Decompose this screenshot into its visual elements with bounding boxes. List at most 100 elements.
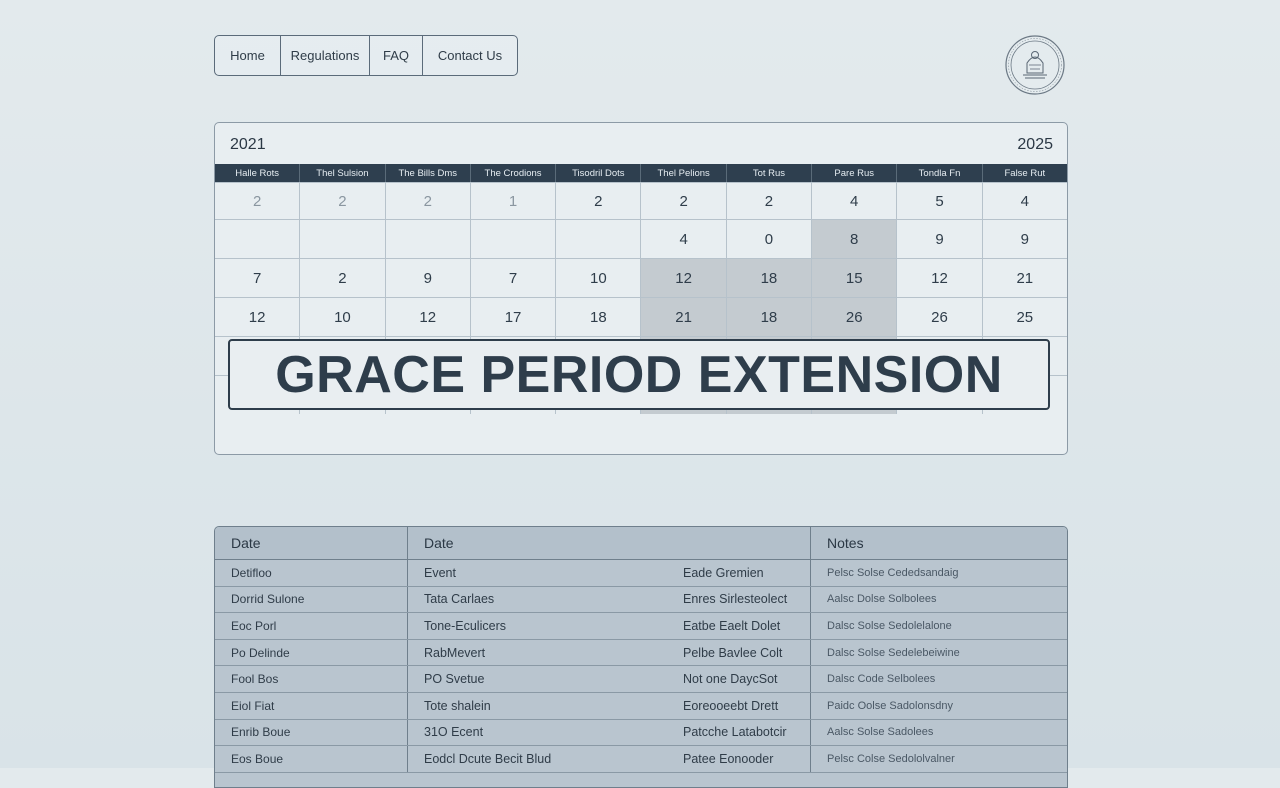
- calendar-column-header: Thel Pelions: [641, 164, 727, 182]
- calendar-column-header: Tondla Fn: [897, 164, 983, 182]
- row-notes: Paidc Oolse Sadolonsdny: [827, 699, 953, 712]
- row-detail: Patee Eonooder: [683, 751, 774, 766]
- calendar-cell[interactable]: 17: [471, 298, 557, 336]
- row-event-cell: Tone-Eculicers Eatbe Eaelt Dolet: [408, 613, 811, 639]
- calendar-cell[interactable]: 21: [641, 298, 727, 336]
- row-detail: Not one DaycSot: [683, 672, 778, 687]
- calendar-cell[interactable]: 4: [641, 220, 727, 258]
- calendar-column-header: False Rut: [1004, 167, 1046, 179]
- table-row[interactable]: Fool Bos PO Svetue Not one DaycSot Dalsc Co…: [215, 666, 1067, 693]
- calendar-column-header: Tisodril Dots: [556, 164, 642, 182]
- calendar-column-header: Thel Sulsion: [300, 164, 386, 182]
- row-event: Tone-Eculicers: [424, 618, 506, 633]
- year-end: 2025: [1017, 136, 1053, 153]
- calendar-cell[interactable]: [215, 220, 301, 258]
- row-date: Detifloo: [215, 560, 408, 586]
- table-row[interactable]: Eiol Fiat Tote shalein Eoreooeebt Drett Pai…: [215, 692, 1067, 720]
- calendar-cell[interactable]: 18: [726, 298, 813, 336]
- row-notes: Dalsc Solse Sedelebeiwine: [827, 646, 960, 659]
- table-row[interactable]: Detifloo Event Eade Gremien Pelsc Solse Ced…: [215, 560, 1067, 587]
- row-detail: Pelbe Bavlee Colt: [683, 645, 783, 660]
- table-row[interactable]: Dorrid Sulone Tata Carlaes Enres Sirlesteo…: [215, 586, 1067, 614]
- calendar-cell[interactable]: 2: [300, 259, 386, 297]
- calendar-year-range: 2021 2025: [215, 123, 1067, 164]
- row-notes: Aalsc Dolse Solbolees: [827, 593, 937, 606]
- calendar-cell[interactable]: 12: [386, 298, 471, 336]
- calendar-cell[interactable]: 7: [471, 259, 557, 297]
- row-detail: Eatbe Eaelt Dolet: [683, 618, 781, 633]
- calendar-row: 40899: [215, 219, 1067, 258]
- row-notes: Dalsc Code Selbolees: [827, 673, 936, 686]
- calendar-cell[interactable]: [300, 220, 386, 258]
- calendar-cell[interactable]: 5: [897, 183, 983, 219]
- calendar-cell[interactable]: 12: [215, 298, 301, 336]
- table-row[interactable]: Eoc Porl Tone-Eculicers Eatbe Eaelt Dolet D…: [215, 613, 1067, 640]
- calendar-cell[interactable]: 4: [812, 183, 898, 219]
- top-navigation: Home Regulations FAQ Contact Us: [214, 35, 518, 76]
- calendar-cell[interactable]: 1: [471, 183, 557, 219]
- calendar-cell[interactable]: 2: [641, 183, 727, 219]
- calendar-row: 12 10 12 17 18 21 18 26 26 25: [215, 297, 1067, 336]
- calendar-cell[interactable]: 12: [897, 259, 983, 297]
- table-body: Detifloo Event Eade Gremien Pelsc Solse Ced…: [215, 560, 1067, 773]
- nav-faq[interactable]: FAQ: [370, 36, 423, 75]
- calendar-cell[interactable]: 18: [556, 298, 642, 336]
- calendar-column-header: Halle Rots: [215, 164, 301, 182]
- calendar-cell[interactable]: 2: [215, 183, 301, 219]
- calendar-cell[interactable]: 21: [983, 259, 1067, 297]
- calendar-row: 7 2 9 7 10 12 18 15 12 21: [215, 258, 1067, 297]
- table-header-date-2: Date: [408, 527, 811, 559]
- table-header-notes: Notes: [827, 535, 864, 551]
- calendar-cell[interactable]: 4: [983, 183, 1067, 219]
- nav-contact-us[interactable]: Contact Us: [423, 36, 517, 75]
- calendar-cell[interactable]: 10: [556, 259, 642, 297]
- calendar-cell[interactable]: [471, 220, 557, 258]
- calendar-cell[interactable]: 12: [641, 259, 727, 297]
- calendar-cell[interactable]: 2: [386, 183, 471, 219]
- row-event: Tote shalein: [424, 698, 491, 713]
- row-event: Event: [424, 565, 456, 580]
- calendar-header-row: Halle Rots Thel Sulsion The Bills Dms Th…: [215, 164, 1067, 182]
- row-date: Fool Bos: [215, 666, 408, 692]
- nav-regulations[interactable]: Regulations: [281, 36, 370, 75]
- calendar-cell[interactable]: 18: [726, 259, 813, 297]
- table-row[interactable]: Po Delinde RabMevert Pelbe Bavlee Colt Dals…: [215, 639, 1067, 667]
- calendar-cell[interactable]: 26: [812, 298, 898, 336]
- row-date: Po Delinde: [215, 639, 408, 666]
- row-event-cell: RabMevert Pelbe Bavlee Colt: [408, 639, 811, 666]
- calendar-cell[interactable]: 9: [897, 220, 983, 258]
- calendar-column-header: Tot Rus: [727, 164, 813, 182]
- nav-home[interactable]: Home: [215, 36, 281, 75]
- calendar-cell[interactable]: [386, 220, 471, 258]
- calendar-cell[interactable]: 9: [983, 220, 1067, 258]
- calendar-cell[interactable]: 2: [300, 183, 386, 219]
- row-date: Eoc Porl: [215, 613, 408, 639]
- calendar-cell[interactable]: 2: [727, 183, 813, 219]
- calendar-cell[interactable]: [556, 220, 642, 258]
- calendar-cell[interactable]: 10: [300, 298, 386, 336]
- calendar-cell[interactable]: 26: [897, 298, 983, 336]
- calendar-cell[interactable]: 25: [983, 298, 1067, 336]
- row-detail: Patcche Latabotcir: [683, 725, 787, 740]
- grace-period-banner: GRACE PERIOD EXTENSION: [228, 339, 1050, 410]
- calendar-cell[interactable]: 7: [215, 259, 301, 297]
- row-event: RabMevert: [424, 645, 486, 660]
- row-event-cell: 31O Ecent Patcche Latabotcir: [408, 719, 811, 746]
- calendar-row: 2221222454: [215, 182, 1067, 219]
- year-start: 2021: [230, 136, 266, 153]
- table-row[interactable]: Enrib Boue 31O Ecent Patcche Latabotcir Aal…: [215, 719, 1067, 747]
- seal-emblem-icon: [1005, 35, 1065, 95]
- calendar-cell[interactable]: 2: [556, 183, 642, 219]
- row-detail: Eoreooeebt Drett: [683, 698, 779, 713]
- calendar-cell[interactable]: 8: [812, 220, 898, 258]
- row-notes: Aalsc Solse Sadolees: [827, 726, 934, 739]
- row-notes: Dalsc Solse Sedolelalone: [827, 619, 952, 632]
- table-row[interactable]: Eos Boue Eodcl Dcute Becit Blud Patee Eono…: [215, 746, 1067, 773]
- calendar-column-header: The Bills Dms: [386, 164, 471, 182]
- calendar-cell[interactable]: 0: [727, 220, 813, 258]
- row-date: Dorrid Sulone: [215, 586, 408, 613]
- calendar-cell[interactable]: 15: [812, 259, 898, 297]
- events-table: Date Date Notes Detifloo Event Eade Gremie…: [214, 526, 1068, 788]
- row-detail: Eade Gremien: [683, 565, 764, 580]
- calendar-cell[interactable]: 9: [386, 259, 471, 297]
